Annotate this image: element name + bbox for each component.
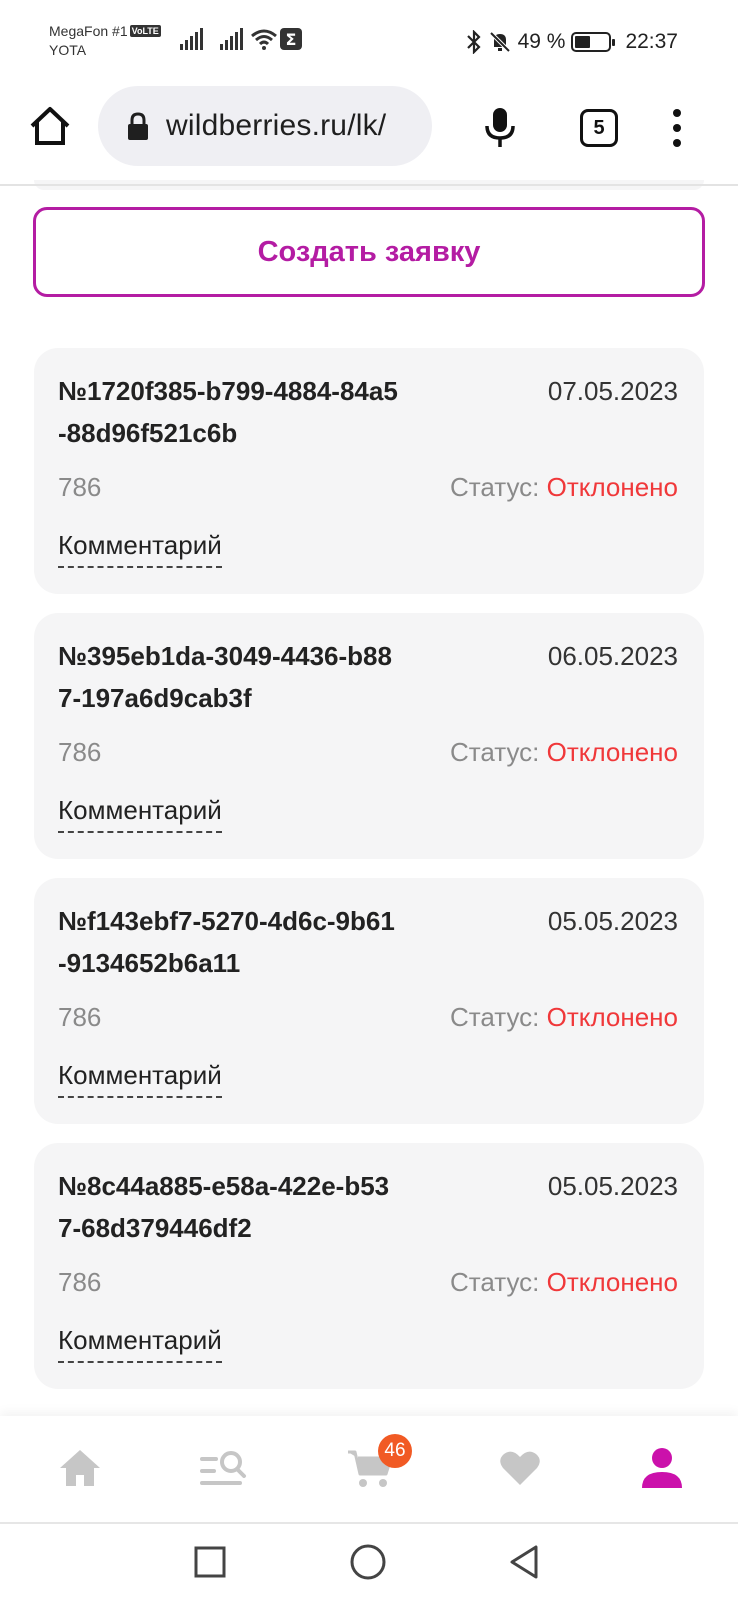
browser-home-button[interactable] — [28, 104, 72, 148]
request-amount: 786 — [58, 1002, 102, 1032]
signal-icon-2 — [220, 28, 244, 50]
carrier-name: MegaFon #1 — [49, 23, 128, 39]
back-button[interactable] — [506, 1542, 546, 1582]
status-label: Статус: — [449, 1002, 540, 1032]
create-request-button[interactable]: Создать заявку — [33, 207, 705, 297]
request-amount: 786 — [58, 472, 102, 502]
comment-link[interactable]: Комментарий — [58, 524, 222, 568]
browser-menu-button[interactable] — [667, 106, 687, 150]
carrier-info: MegaFon #1 VoLTE YOTA — [49, 22, 161, 60]
square-icon — [194, 1546, 226, 1578]
carrier-name-2: YOTA — [49, 42, 87, 58]
nav-home[interactable] — [52, 1440, 108, 1496]
nav-catalog[interactable] — [196, 1440, 252, 1496]
request-date: 05.05.2023 — [547, 1171, 678, 1201]
status-label: Статус: — [449, 472, 540, 502]
battery-icon — [571, 32, 616, 52]
request-card: №f143ebf7-5270-4d6c-9b61-9134652b6a11 05… — [34, 878, 704, 1124]
home-icon — [30, 107, 70, 145]
comment-link[interactable]: Комментарий — [58, 1054, 222, 1098]
microphone-icon — [485, 108, 515, 147]
request-date: 07.05.2023 — [547, 376, 678, 406]
mute-icon — [489, 31, 510, 53]
signal-icon — [180, 28, 204, 50]
request-amount: 786 — [58, 737, 102, 767]
status-label: Статус: — [449, 737, 540, 767]
system-navigation — [0, 1524, 738, 1600]
battery-fill — [575, 36, 591, 48]
browser-toolbar: wildberries.ru/lk/ 5 — [0, 82, 738, 184]
status-value: Отклонено — [546, 737, 678, 767]
cart-badge: 46 — [378, 1434, 412, 1468]
request-number: №8c44a885-e58a-422e-b537-68d379446df2 — [58, 1171, 390, 1243]
request-date: 06.05.2023 — [547, 641, 678, 671]
volte-badge: VoLTE — [129, 25, 161, 37]
lock-icon — [128, 112, 148, 140]
profile-icon — [642, 1448, 682, 1488]
request-amount: 786 — [58, 1267, 102, 1297]
request-status: Статус: Отклонено — [450, 1261, 678, 1303]
request-date: 05.05.2023 — [547, 906, 678, 936]
bluetooth-icon — [466, 30, 481, 54]
nav-cart[interactable]: 46 — [342, 1434, 412, 1496]
request-number: №1720f385-b799-4884-84a5-88d96f521c6b — [58, 376, 398, 448]
recent-apps-button[interactable] — [190, 1542, 230, 1582]
request-card: №8c44a885-e58a-422e-b537-68d379446df2 05… — [34, 1143, 704, 1389]
request-number: №395eb1da-3049-4436-b887-197a6d9cab3f — [58, 641, 392, 713]
address-bar[interactable]: wildberries.ru/lk/ — [98, 86, 432, 166]
status-label: Статус: — [449, 1267, 540, 1297]
voice-search-button[interactable] — [482, 106, 518, 150]
comment-link[interactable]: Комментарий — [58, 1319, 222, 1363]
catalog-search-icon — [200, 1451, 246, 1485]
back-triangle-icon — [510, 1545, 538, 1579]
url-text: wildberries.ru/lk/ — [166, 109, 387, 142]
request-number: №f143ebf7-5270-4d6c-9b61-9134652b6a11 — [58, 906, 395, 978]
home-icon — [60, 1450, 100, 1486]
nav-profile[interactable] — [634, 1440, 690, 1496]
sigma-app-icon: Σ — [280, 28, 302, 50]
system-status: 49 % 22:37 — [466, 28, 678, 56]
request-status: Статус: Отклонено — [450, 731, 678, 773]
status-value: Отклонено — [546, 1267, 678, 1297]
clock: 22:37 — [625, 30, 678, 53]
wifi-icon — [250, 28, 278, 50]
status-value: Отклонено — [546, 1002, 678, 1032]
heart-icon — [500, 1451, 540, 1485]
nav-favorites[interactable] — [492, 1440, 548, 1496]
comment-link[interactable]: Комментарий — [58, 789, 222, 833]
battery-percent: 49 % — [517, 30, 566, 53]
system-home-button[interactable] — [348, 1542, 388, 1582]
status-value: Отклонено — [546, 472, 678, 502]
request-status: Статус: Отклонено — [450, 466, 678, 508]
toolbar-divider — [0, 184, 738, 186]
page: MegaFon #1 VoLTE YOTA Σ 49 % 22:37 wildb… — [0, 0, 738, 1600]
request-status: Статус: Отклонено — [450, 996, 678, 1038]
more-vertical-icon — [673, 109, 681, 147]
request-card: №395eb1da-3049-4436-b887-197a6d9cab3f 06… — [34, 613, 704, 859]
svg-text:Σ: Σ — [286, 30, 297, 49]
status-bar: MegaFon #1 VoLTE YOTA Σ 49 % 22:37 — [0, 0, 738, 80]
tabs-button[interactable]: 5 — [580, 109, 618, 147]
bottom-navigation: 46 — [0, 1416, 738, 1522]
request-card: №1720f385-b799-4884-84a5-88d96f521c6b 07… — [34, 348, 704, 594]
circle-icon — [350, 1544, 386, 1580]
